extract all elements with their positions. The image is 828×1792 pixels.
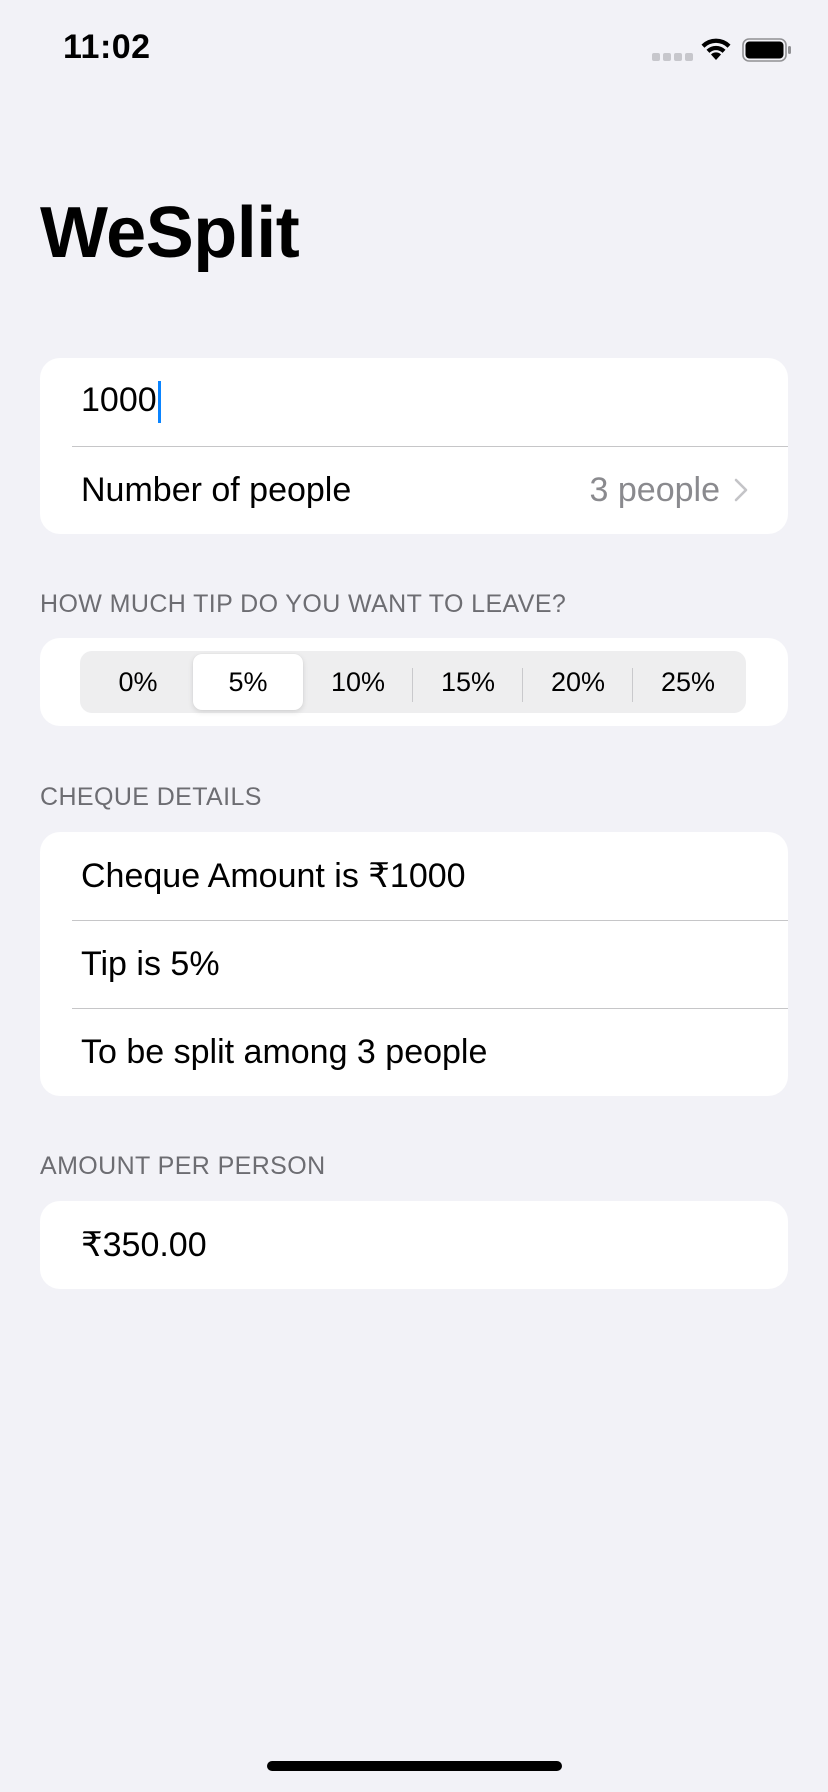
people-value: 3 people: [589, 470, 720, 509]
cellular-signal-icon: [652, 53, 693, 61]
tip-segmented-control[interactable]: 0% 5% 10% 15% 20% 25%: [80, 651, 746, 713]
chevron-right-icon: [734, 478, 748, 502]
people-value-group: 3 people: [590, 471, 748, 510]
tip-option-label: 15%: [440, 666, 496, 697]
cheque-section-header: CHEQUE DETAILS: [40, 783, 262, 811]
wesplit-screen: 11:02 WeSplit 1000 Number of people 3 pe…: [0, 0, 828, 1792]
wifi-icon: [701, 38, 731, 60]
per-person-row: ₹350.00: [40, 1201, 788, 1289]
tip-option-5[interactable]: 5%: [193, 654, 303, 710]
amount-field[interactable]: 1000: [81, 381, 161, 423]
tip-option-0[interactable]: 0%: [83, 654, 193, 710]
tip-option-15[interactable]: 15%: [412, 654, 523, 710]
input-card: 1000 Number of people 3 people: [40, 358, 788, 534]
per-person-card: ₹350.00: [40, 1201, 788, 1289]
home-indicator[interactable]: [267, 1761, 562, 1771]
page-title: WeSplit: [40, 193, 300, 273]
cheque-amount-row: Cheque Amount is ₹1000: [40, 832, 788, 920]
people-label: Number of people: [81, 470, 352, 509]
tip-option-20[interactable]: 20%: [522, 654, 633, 710]
segment-divider: [412, 668, 413, 702]
amount-value: 1000: [81, 380, 157, 419]
tip-option-label: 10%: [330, 666, 386, 697]
tip-card: 0% 5% 10% 15% 20% 25%: [40, 638, 788, 726]
tip-option-label: 20%: [550, 666, 606, 697]
tip-section-header: HOW MUCH TIP DO YOU WANT TO LEAVE?: [40, 590, 567, 618]
tip-text: Tip is 5%: [81, 944, 220, 983]
number-of-people-picker[interactable]: Number of people 3 people: [40, 446, 788, 534]
per-person-amount: ₹350.00: [81, 1226, 207, 1264]
text-cursor: [157, 381, 161, 423]
tip-option-10[interactable]: 10%: [303, 654, 413, 710]
tip-option-25[interactable]: 25%: [632, 654, 743, 710]
status-time: 11:02: [63, 28, 151, 66]
tip-option-label: 0%: [118, 666, 158, 697]
status-bar: 11:02: [0, 0, 828, 100]
split-row: To be split among 3 people: [40, 1008, 788, 1096]
tip-option-label: 5%: [228, 666, 268, 697]
cheque-card: Cheque Amount is ₹1000 Tip is 5% To be s…: [40, 832, 788, 1096]
segment-divider: [522, 668, 523, 702]
tip-option-label: 25%: [660, 666, 716, 697]
per-person-section-header: AMOUNT PER PERSON: [40, 1152, 326, 1180]
segment-divider: [632, 668, 633, 702]
amount-row[interactable]: 1000: [40, 358, 788, 446]
tip-row: Tip is 5%: [40, 920, 788, 1008]
cheque-amount-text: Cheque Amount is ₹1000: [81, 857, 466, 895]
split-text: To be split among 3 people: [81, 1032, 488, 1071]
battery-icon: [742, 38, 791, 62]
